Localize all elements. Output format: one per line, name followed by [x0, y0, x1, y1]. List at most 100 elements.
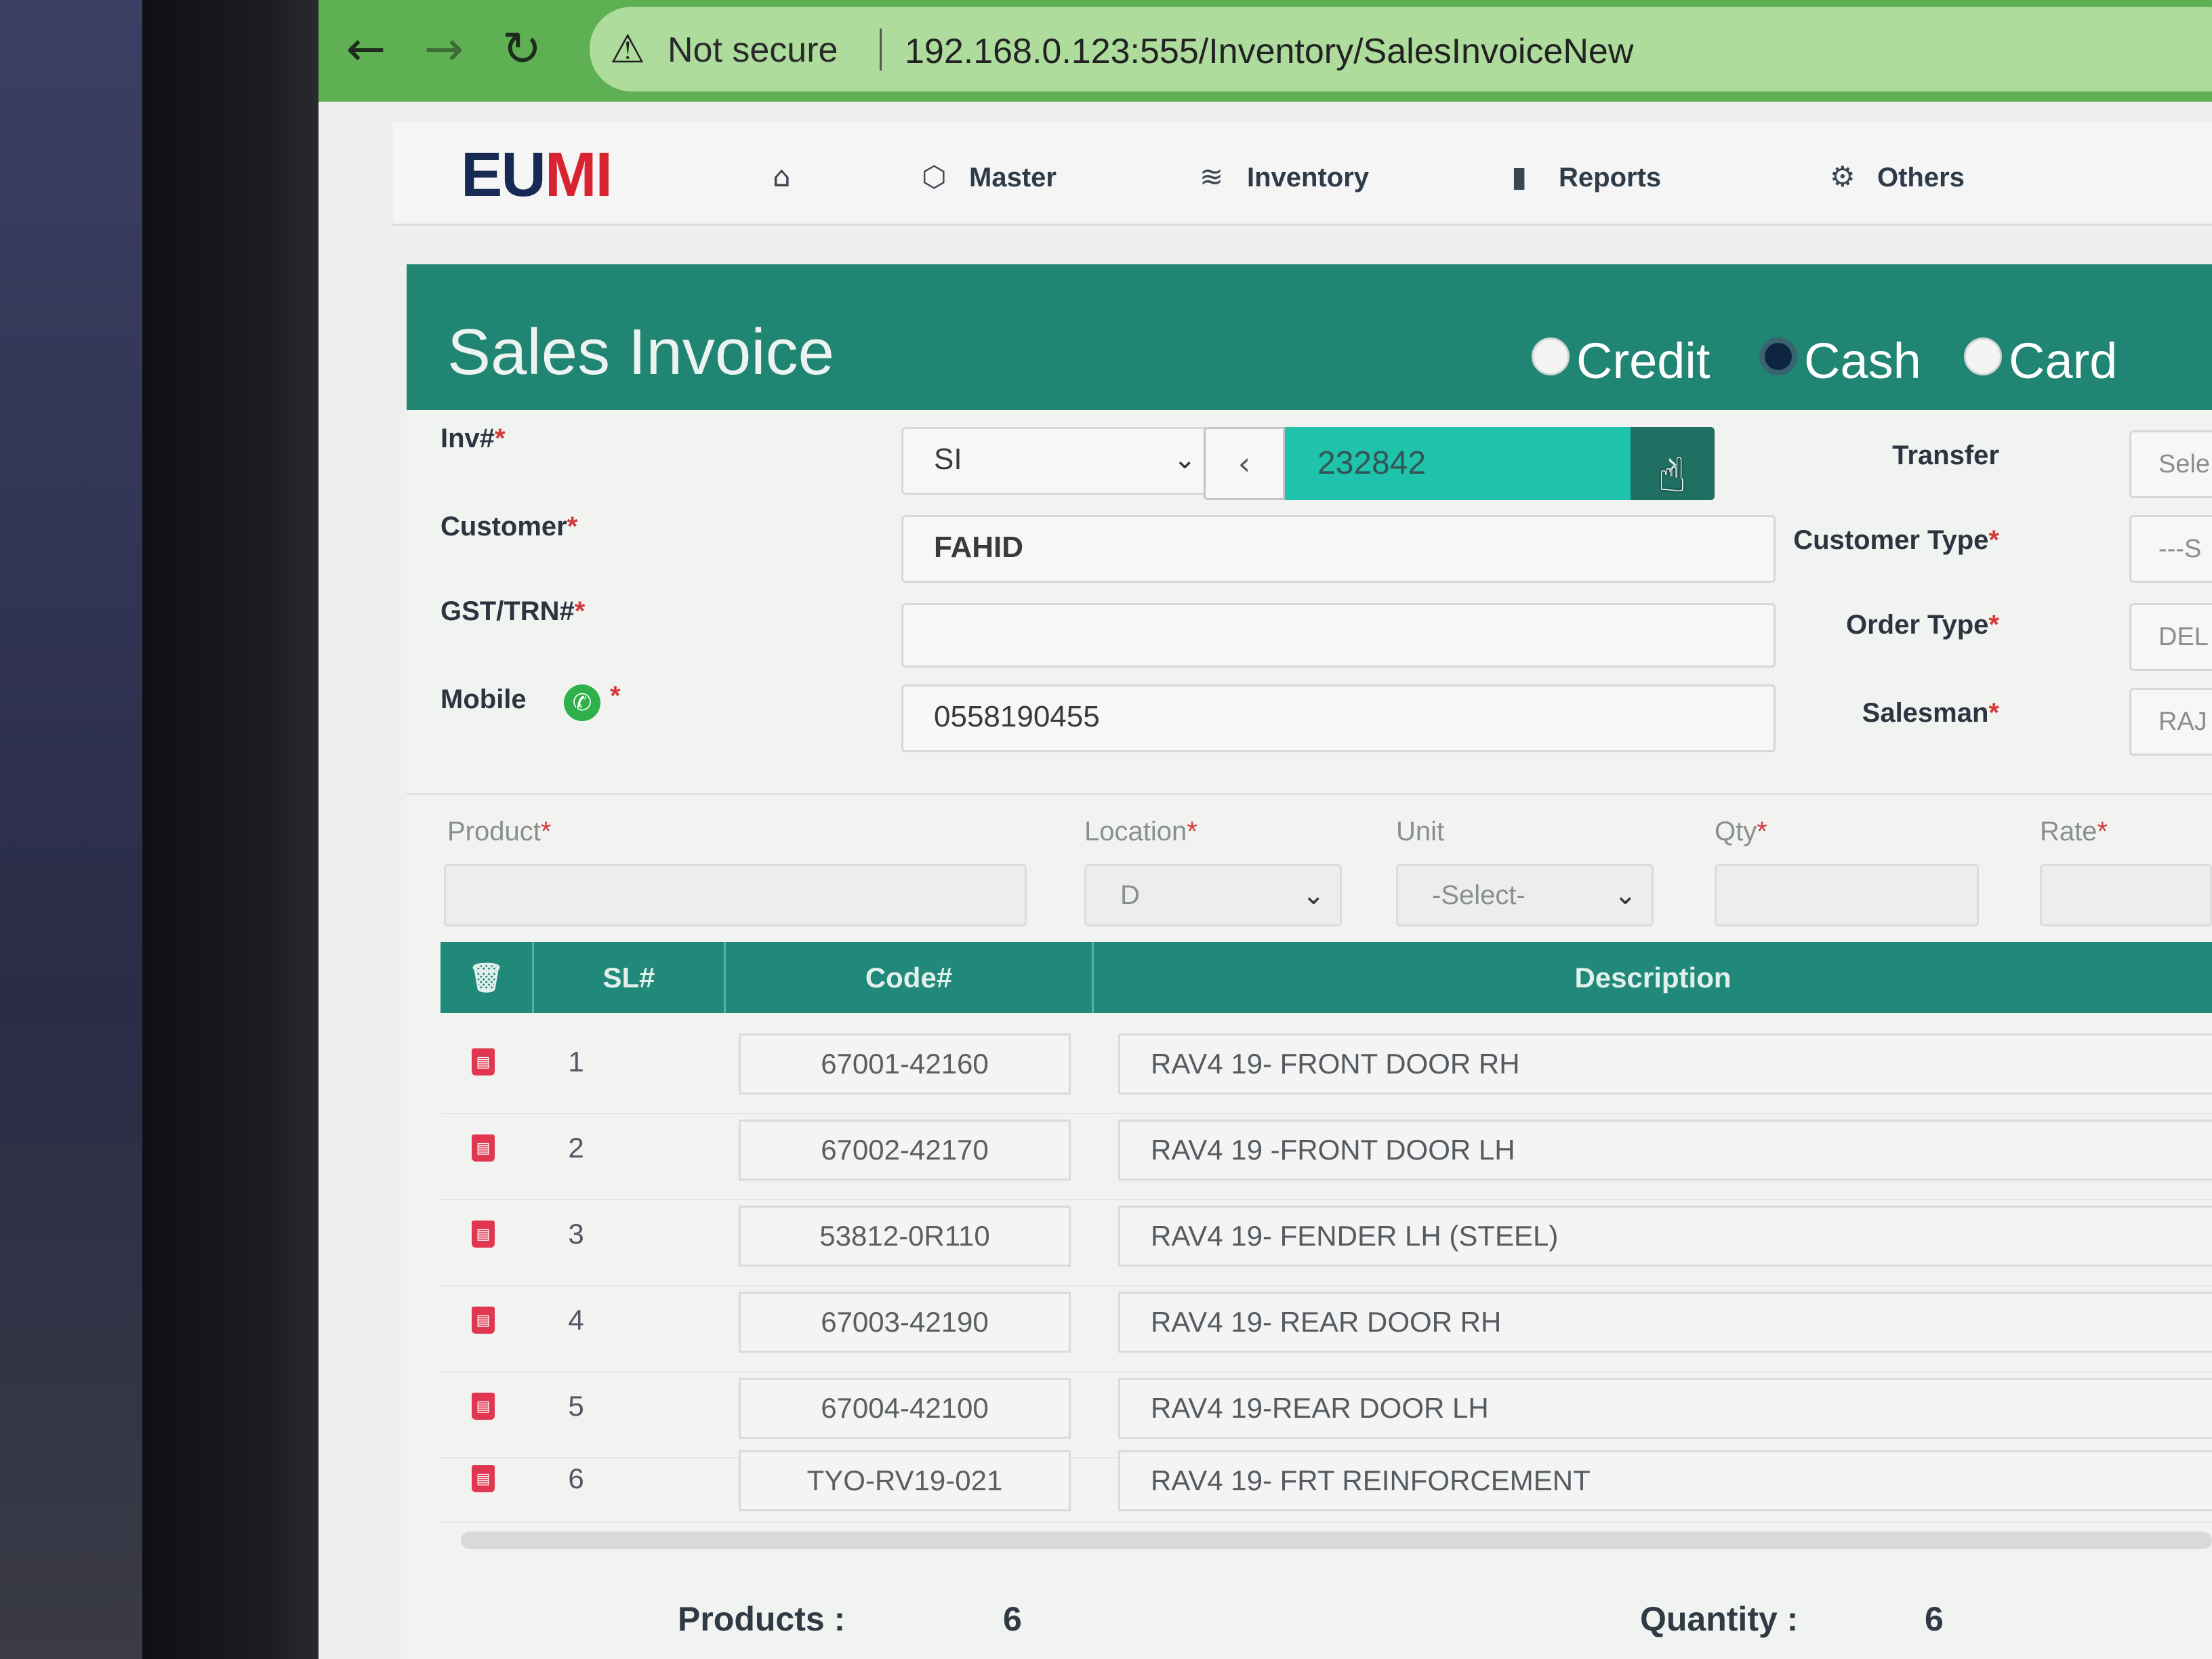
inv-prefix-value: SI	[934, 443, 962, 476]
row-code[interactable]: TYO-RV19-021	[739, 1450, 1071, 1511]
required-marker: *	[567, 512, 578, 541]
cube-icon: ⬡	[922, 160, 947, 193]
location-select[interactable]: D ⌄	[1084, 864, 1342, 926]
chevron-down-icon: ⌄	[1173, 444, 1196, 475]
header-description: Description	[1574, 962, 1732, 994]
nav-item-reports[interactable]: Reports	[1559, 163, 1661, 193]
browser-screen: ← → ↻ ⚠ Not secure 192.168.0.123:555/Inv…	[319, 0, 2212, 1659]
salesman-label-text: Salesman	[1862, 698, 1989, 728]
required-marker: *	[2097, 817, 2108, 846]
row-description[interactable]: RAV4 19- REAR DOOR RH	[1118, 1292, 2212, 1353]
customer-input[interactable]: FAHID	[901, 515, 1776, 583]
address-bar[interactable]: ⚠ Not secure 192.168.0.123:555/Inventory…	[590, 7, 2212, 91]
radio-button[interactable]	[1532, 337, 1570, 375]
delete-row-icon[interactable]: ▤	[472, 1465, 495, 1492]
row-code[interactable]: 67003-42190	[739, 1292, 1071, 1353]
logo-wordmark: EUMI	[461, 140, 613, 209]
mobile-label: Mobile	[441, 684, 527, 715]
delete-row-icon[interactable]: ▤	[472, 1134, 495, 1162]
row-code[interactable]: 67001-42160	[739, 1033, 1071, 1094]
row-description[interactable]: RAV4 19- FRT REINFORCEMENT	[1118, 1450, 2212, 1511]
radio-button-selected[interactable]	[1759, 337, 1797, 375]
delete-row-icon[interactable]: ▤	[472, 1048, 495, 1076]
url-text[interactable]: 192.168.0.123:555/Inventory/SalesInvoice…	[905, 31, 1633, 72]
mobile-input[interactable]: 0558190455	[901, 684, 1776, 752]
qty-label: Qty*	[1715, 817, 1767, 847]
radio-label: Credit	[1576, 333, 1711, 389]
delete-row-icon[interactable]: ▤	[472, 1221, 495, 1248]
table-row: ▤ 4 67003-42190 RAV4 19- REAR DOOR RH	[441, 1285, 2212, 1372]
unit-label: Unit	[1396, 817, 1445, 846]
required-marker: *	[610, 681, 621, 711]
row-code[interactable]: 53812-0R110	[739, 1206, 1071, 1267]
transfer-select[interactable]: Sele	[2129, 430, 2212, 498]
nav-item-others[interactable]: Others	[1877, 163, 1965, 193]
nav-item-master[interactable]: Master	[969, 163, 1057, 193]
row-sl: 2	[568, 1132, 584, 1164]
warning-icon[interactable]: ⚠	[610, 26, 645, 72]
required-marker: *	[1988, 525, 1999, 555]
row-sl: 5	[568, 1390, 584, 1422]
mobile-label-text: Mobile	[441, 684, 527, 714]
app-logo[interactable]: EUMI	[461, 140, 664, 209]
bar-chart-icon: ▮	[1511, 160, 1528, 193]
row-description[interactable]: RAV4 19- FRONT DOOR RH	[1118, 1033, 2212, 1094]
required-marker: *	[574, 596, 586, 626]
row-code[interactable]: 67002-42170	[739, 1120, 1071, 1181]
radio-button[interactable]	[1964, 337, 2002, 375]
rate-input[interactable]	[2040, 864, 2212, 926]
whatsapp-icon[interactable]: ✆	[564, 684, 600, 721]
salesman-label: Salesman*	[1728, 698, 1999, 729]
prev-invoice-button[interactable]: ‹	[1204, 427, 1285, 500]
location-value: D	[1120, 880, 1140, 910]
inv-label: Inv#*	[441, 424, 506, 454]
product-label: Product*	[447, 817, 551, 847]
back-arrow-icon[interactable]: ←	[332, 15, 400, 83]
page-title: Sales Invoice	[447, 316, 834, 388]
qty-label-text: Qty	[1715, 817, 1757, 846]
top-navigation: EUMI ⌂ ⬡ Master ≋ Inventory ▮ Reports ⚙ …	[393, 122, 2212, 226]
horizontal-scrollbar[interactable]	[461, 1532, 2212, 1549]
quantity-total-value: 6	[1925, 1600, 1944, 1638]
table-row: ▤ 1 67001-42160 RAV4 19- FRONT DOOR RH	[441, 1027, 2212, 1114]
forward-arrow-icon[interactable]: →	[410, 15, 478, 83]
trash-icon[interactable]: 🗑	[441, 942, 532, 1013]
required-marker: *	[1757, 817, 1767, 846]
reload-icon[interactable]: ↻	[488, 15, 556, 83]
unit-select[interactable]: -Select- ⌄	[1396, 864, 1654, 926]
rate-label-text: Rate	[2040, 817, 2097, 846]
totals-footer: Products : 6 Quantity : 6	[407, 1593, 2212, 1659]
customer-type-select[interactable]: ---S	[2129, 515, 2212, 583]
radio-label: Card	[2009, 333, 2118, 389]
product-input[interactable]	[444, 864, 1027, 926]
security-label[interactable]: Not secure	[668, 30, 838, 70]
browser-toolbar: ← → ↻ ⚠ Not secure 192.168.0.123:555/Inv…	[319, 0, 2212, 102]
layers-icon: ≋	[1200, 160, 1224, 193]
salesman-select[interactable]: RAJ	[2129, 688, 2212, 756]
order-type-label-text: Order Type	[1845, 610, 1989, 640]
location-label-text: Location	[1084, 817, 1187, 846]
inv-prefix-select[interactable]: SI ⌄	[901, 427, 1213, 495]
qty-input[interactable]	[1715, 864, 1979, 926]
delete-row-icon[interactable]: ▤	[472, 1393, 495, 1420]
row-code[interactable]: 67004-42100	[739, 1378, 1071, 1439]
chevron-down-icon: ⌄	[1302, 880, 1325, 911]
row-description[interactable]: RAV4 19- FENDER LH (STEEL)	[1118, 1206, 2212, 1267]
header-sl: SL#	[602, 962, 655, 994]
invoice-number-input[interactable]: 232842	[1285, 427, 1631, 500]
hand-cursor-icon: ☝	[1658, 447, 1687, 503]
row-description[interactable]: RAV4 19-REAR DOOR LH	[1118, 1378, 2212, 1439]
settings-icon: ⚙	[1830, 160, 1856, 193]
gst-label: GST/TRN#*	[441, 596, 585, 627]
required-marker: *	[1988, 698, 1999, 728]
table-row: ▤ 6 TYO-RV19-021 RAV4 19- FRT REINFORCEM…	[441, 1443, 2212, 1523]
row-description[interactable]: RAV4 19 -FRONT DOOR LH	[1118, 1120, 2212, 1181]
nav-item-inventory[interactable]: Inventory	[1247, 163, 1369, 193]
items-table-header: 🗑 SL# Code# Description	[441, 942, 2212, 1013]
delete-row-icon[interactable]: ▤	[472, 1307, 495, 1334]
home-icon[interactable]: ⌂	[773, 160, 791, 193]
section-divider	[407, 793, 2212, 795]
required-marker: *	[1187, 817, 1197, 846]
order-type-select[interactable]: DEL	[2129, 603, 2212, 671]
gst-input[interactable]	[901, 603, 1776, 668]
